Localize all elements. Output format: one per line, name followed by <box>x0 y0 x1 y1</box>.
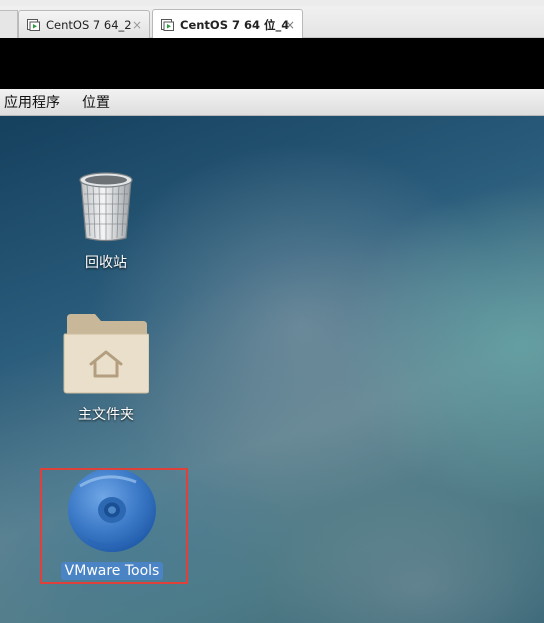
vm-console-header <box>0 38 544 89</box>
vm-icon <box>27 18 40 31</box>
tab-label: CentOS 7 64_2 <box>46 17 132 32</box>
trash-icon <box>75 168 137 246</box>
desktop-icon-label: 主文件夹 <box>78 407 134 423</box>
desktop-icon-label: 回收站 <box>85 255 127 271</box>
close-icon[interactable]: × <box>132 18 142 32</box>
gnome-top-menu: 应用程序 位置 <box>0 89 544 116</box>
annotation-highlight-box <box>40 468 188 584</box>
tab-label: CentOS 7 64 位_4 <box>180 17 290 32</box>
menu-applications[interactable]: 应用程序 <box>0 92 65 112</box>
vm-icon <box>161 18 174 31</box>
desktop[interactable]: 回收站 主文件夹 VMware Tools <box>0 116 544 623</box>
vm-tab-bar: CentOS 7 64_2 × CentOS 7 64 位_4 × <box>0 0 544 39</box>
tab-bar-top-edge <box>0 0 544 6</box>
tab-centos-2[interactable]: CentOS 7 64_2 × <box>18 10 150 38</box>
tab-centos-4[interactable]: CentOS 7 64 位_4 × <box>152 9 303 39</box>
menu-places[interactable]: 位置 <box>77 92 115 112</box>
home-folder-icon <box>63 312 150 398</box>
desktop-icon-trash[interactable]: 回收站 <box>66 168 146 272</box>
desktop-icon-home-folder[interactable]: 主文件夹 <box>56 312 156 424</box>
tab-partial[interactable] <box>0 10 18 38</box>
close-icon[interactable]: × <box>285 18 295 32</box>
